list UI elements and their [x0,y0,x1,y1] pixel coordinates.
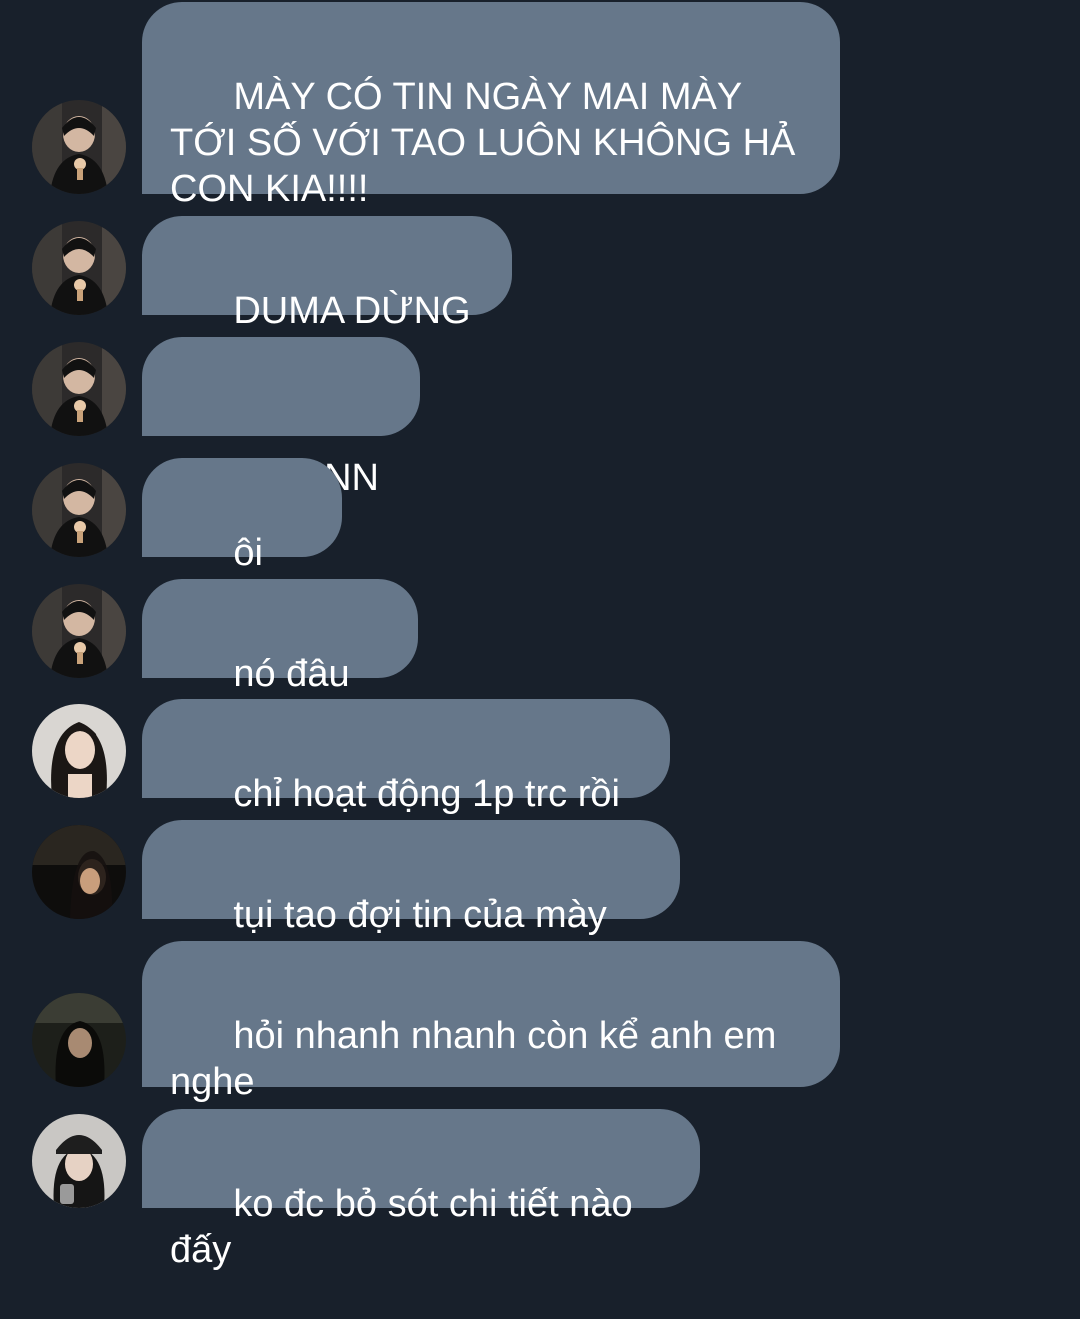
user-avatar-icon [32,100,126,194]
avatar[interactable] [32,993,126,1087]
message-bubble[interactable]: JIMINNNNN [142,337,420,499]
message-text: MÀY CÓ TIN NGÀY MAI MÀY TỚI SỐ VỚI TAO L… [170,76,806,210]
message-bubble[interactable]: chỉ hoạt động 1p trc rồi 😌 [142,699,670,861]
message-bubble[interactable]: ko đc bỏ sót chi tiết nào đấy [142,1109,700,1271]
chat-message-list[interactable]: MÀY CÓ TIN NGÀY MAI MÀY TỚI SỐ VỚI TAO L… [0,0,1080,1271]
user-avatar-icon [32,704,126,798]
user-avatar-icon [32,221,126,315]
message-text: ko đc bỏ sót chi tiết nào đấy [170,1183,644,1271]
avatar[interactable] [32,463,126,557]
avatar[interactable] [32,342,126,436]
user-avatar-icon [32,993,126,1087]
avatar[interactable] [32,100,126,194]
user-avatar-icon [32,584,126,678]
user-avatar-icon [32,1114,126,1208]
message-bubble[interactable]: nó đâu rồi.... [142,579,418,741]
avatar[interactable] [32,825,126,919]
avatar[interactable] [32,221,126,315]
avatar[interactable] [32,704,126,798]
message-bubble[interactable]: MÀY CÓ TIN NGÀY MAI MÀY TỚI SỐ VỚI TAO L… [142,2,840,210]
message-bubble[interactable]: DUMA DỪNG LẠI [142,216,512,378]
user-avatar-icon [32,342,126,436]
message-bubble[interactable]: hỏi nhanh nhanh còn kể anh em nghe [142,941,840,1103]
message-bubble[interactable]: ôi ditme [142,458,342,620]
user-avatar-icon [32,825,126,919]
user-avatar-icon [32,463,126,557]
message-text: hỏi nhanh nhanh còn kể anh em nghe [170,1015,787,1103]
avatar[interactable] [32,584,126,678]
message-bubble[interactable]: tụi tao đợi tin của mày nhé [142,820,680,982]
avatar[interactable] [32,1114,126,1208]
